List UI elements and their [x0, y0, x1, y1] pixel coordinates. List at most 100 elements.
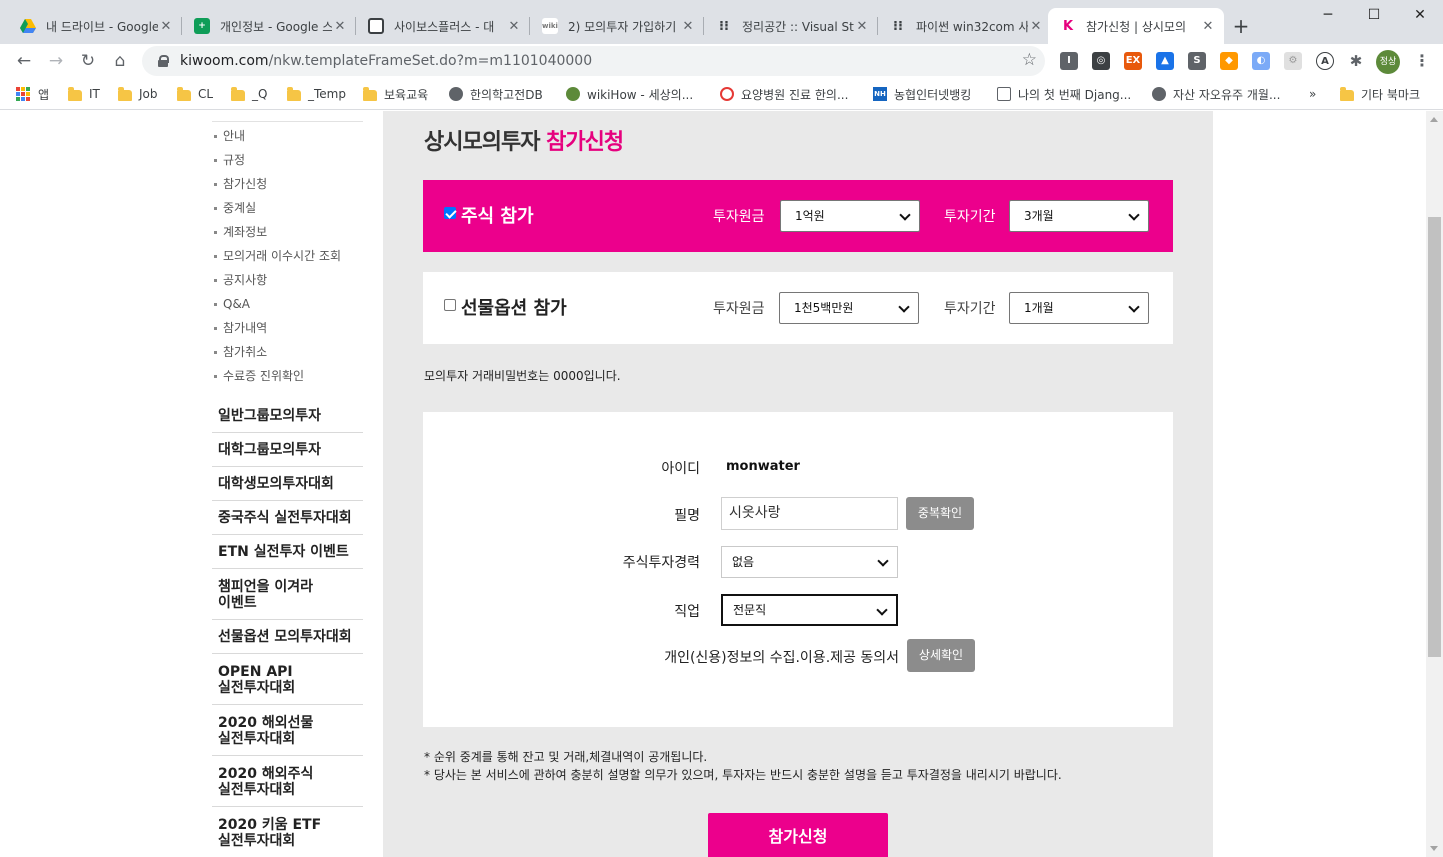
main-menu-item[interactable]: 2020 해외선물 실전투자대회: [212, 705, 363, 756]
extensions-puzzle-icon[interactable]: ✱: [1347, 52, 1365, 70]
reload-icon[interactable]: ↻: [76, 49, 100, 73]
submenu-item[interactable]: 수료증 진위확인: [212, 367, 363, 391]
close-icon[interactable]: ✕: [1028, 19, 1044, 34]
stock-participation-checkbox[interactable]: [444, 207, 456, 219]
submenu-item[interactable]: Q&A: [212, 295, 363, 319]
bookmark-folder[interactable]: 보육교육: [363, 84, 428, 104]
extension-icon[interactable]: ▲: [1156, 52, 1174, 70]
extension-icon[interactable]: ◎: [1092, 52, 1110, 70]
scroll-up-icon[interactable]: [1430, 117, 1438, 122]
browser-tab[interactable]: + 개인정보 - Google 스 ✕: [182, 8, 356, 44]
futures-period-select[interactable]: 1개월: [1009, 292, 1149, 324]
bookmark-star-icon[interactable]: ☆: [1022, 50, 1037, 70]
main-menu-item[interactable]: 대학그룹모의투자: [212, 433, 363, 467]
main-menu-item[interactable]: 일반그룹모의투자: [212, 399, 363, 433]
bookmark-folder[interactable]: Job: [118, 84, 158, 104]
submenu-item[interactable]: 참가취소: [212, 343, 363, 367]
translate-icon[interactable]: A: [1316, 52, 1334, 70]
back-arrow-icon[interactable]: ←: [12, 49, 36, 73]
bookmark-link[interactable]: 자산 자오유주 개월...: [1152, 84, 1280, 104]
browser-tab[interactable]: ⁝⁝ 정리공간 :: Visual St ✕: [704, 8, 878, 44]
kebab-menu-icon[interactable]: ⋮: [1412, 49, 1432, 73]
stock-principal-select[interactable]: 1억원: [780, 200, 920, 232]
submit-application-button[interactable]: 참가신청: [708, 813, 888, 857]
book-icon: [997, 87, 1011, 101]
url-host: kiwoom.com: [180, 53, 269, 69]
scroll-down-icon[interactable]: [1430, 846, 1438, 851]
submenu-item[interactable]: 중계실: [212, 199, 363, 223]
submenu-item[interactable]: 안내: [212, 127, 363, 151]
page-scrollbar[interactable]: [1426, 111, 1443, 857]
main-menu-item[interactable]: 2020 해외주식 실전투자대회: [212, 756, 363, 807]
profile-avatar[interactable]: 정상: [1376, 50, 1400, 74]
main-menu-item[interactable]: 선물옵션 모의투자대회: [212, 620, 363, 654]
extension-icon[interactable]: I: [1060, 52, 1078, 70]
forward-arrow-icon[interactable]: →: [44, 49, 68, 73]
submenu-item[interactable]: 참가내역: [212, 319, 363, 343]
consent-detail-button[interactable]: 상세확인: [907, 639, 975, 672]
scrollbar-thumb[interactable]: [1428, 217, 1441, 657]
bookmark-link[interactable]: wikiHow - 세상의...: [566, 84, 693, 104]
extension-icon[interactable]: ⚙: [1284, 52, 1302, 70]
browser-tab-active[interactable]: K 참가신청 | 상시모의 ✕: [1048, 8, 1224, 44]
stock-period-select[interactable]: 3개월: [1009, 200, 1149, 232]
bookmark-folder[interactable]: _Temp: [287, 84, 346, 104]
nickname-input[interactable]: 시옷사랑: [721, 497, 898, 530]
stock-participation-box: 주식 참가 투자원금 1억원 투자기간 3개월: [423, 180, 1173, 252]
home-icon[interactable]: ⌂: [108, 49, 132, 73]
period-label: 투자기간: [944, 301, 996, 317]
job-select[interactable]: 전문직: [721, 594, 898, 626]
bookmark-apps[interactable]: 앱: [16, 84, 49, 104]
main-menu-item[interactable]: 2020 키움 ETF 실전투자대회: [212, 807, 363, 857]
main-menu-item[interactable]: ETN 실전투자 이벤트: [212, 535, 363, 569]
address-bar[interactable]: kiwoom.com/nkw.templateFrameSet.do?m=m11…: [142, 46, 1045, 76]
submenu-item[interactable]: 참가신청: [212, 175, 363, 199]
minimize-button[interactable]: ─: [1305, 0, 1351, 32]
browser-tab[interactable]: ⁝⁝ 파이썬 win32com 사 ✕: [878, 8, 1052, 44]
extension-icon[interactable]: ◐: [1252, 52, 1270, 70]
main-menu-item[interactable]: 중국주식 실전투자대회: [212, 501, 363, 535]
principal-label: 투자원금: [713, 301, 765, 317]
maximize-button[interactable]: ☐: [1351, 0, 1397, 32]
bookmark-link[interactable]: NH 농협인터넷뱅킹: [873, 84, 971, 104]
extension-icon[interactable]: S: [1188, 52, 1206, 70]
submenu-item[interactable]: 규정: [212, 151, 363, 175]
close-window-button[interactable]: ✕: [1397, 0, 1443, 32]
submenu-item[interactable]: 모의거래 이수시간 조회: [212, 247, 363, 271]
futures-participation-checkbox[interactable]: [444, 299, 456, 311]
close-icon[interactable]: ✕: [158, 19, 174, 34]
close-icon[interactable]: ✕: [854, 19, 870, 34]
submenu-item[interactable]: 공지사항: [212, 271, 363, 295]
folder-icon: [177, 86, 191, 101]
bookmark-folder[interactable]: _Q: [231, 84, 267, 104]
extension-icon[interactable]: EX: [1124, 52, 1142, 70]
futures-participation-label: 선물옵션 참가: [461, 298, 567, 319]
other-bookmarks[interactable]: 기타 북마크: [1340, 84, 1420, 104]
bookmark-link[interactable]: 한의학고전DB: [449, 84, 543, 104]
browser-tab[interactable]: 내 드라이브 - Google ✕: [8, 8, 182, 44]
new-tab-button[interactable]: +: [1228, 14, 1254, 40]
close-icon[interactable]: ✕: [332, 19, 348, 34]
bookmark-link[interactable]: 요양병원 진료 한의...: [720, 84, 848, 104]
close-icon[interactable]: ✕: [506, 19, 522, 34]
bookmark-link[interactable]: 나의 첫 번째 Djang...: [997, 84, 1131, 104]
bookmark-folder[interactable]: CL: [177, 84, 213, 104]
futures-principal-select[interactable]: 1천5백만원: [779, 292, 919, 324]
close-icon[interactable]: ✕: [1200, 19, 1216, 34]
main-menu-item[interactable]: OPEN API 실전투자대회: [212, 654, 363, 705]
main-menu-item[interactable]: 챔피언을 이겨라 이벤트: [212, 569, 363, 620]
bookmark-label: wikiHow - 세상의...: [587, 87, 694, 102]
extension-icon[interactable]: ◆: [1220, 52, 1238, 70]
submenu-item[interactable]: 계좌정보: [212, 223, 363, 247]
bookmark-label: _Temp: [308, 87, 346, 101]
main-menu-item[interactable]: 대학생모의투자대회: [212, 467, 363, 501]
bookmark-folder[interactable]: IT: [68, 84, 100, 104]
site-icon: [720, 87, 734, 101]
duplicate-check-button[interactable]: 중복확인: [906, 497, 974, 530]
experience-select[interactable]: 없음: [721, 546, 898, 578]
browser-tab[interactable]: 사이보스플러스 - 대 ✕: [356, 8, 530, 44]
experience-label: 주식투자경력: [622, 555, 700, 571]
close-icon[interactable]: ✕: [680, 19, 696, 34]
bookmarks-overflow-button[interactable]: »: [1309, 84, 1316, 104]
browser-tab[interactable]: wiki 2) 모의투자 가입하기 ✕: [530, 8, 704, 44]
